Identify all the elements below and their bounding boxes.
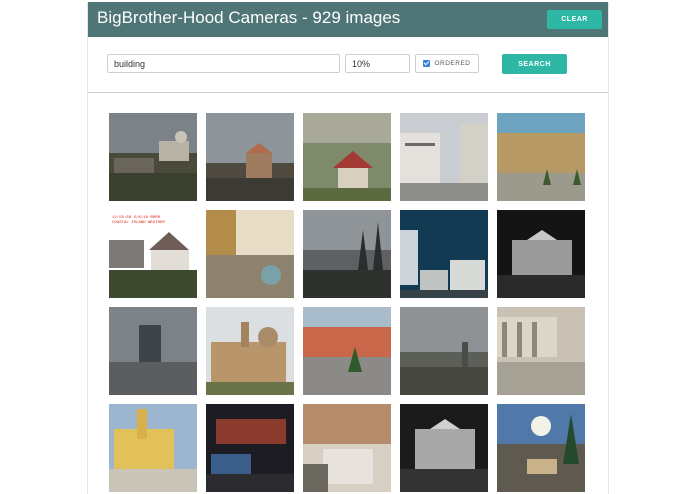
search-button[interactable]: SEARCH xyxy=(502,54,567,74)
image-thumbnail-4[interactable] xyxy=(400,113,488,201)
image-thumbnail-8[interactable] xyxy=(303,210,391,298)
image-thumbnail-12[interactable] xyxy=(206,307,294,395)
image-thumbnail-19[interactable] xyxy=(400,404,488,492)
ordered-toggle[interactable]: ORDERED xyxy=(415,54,479,73)
percent-input[interactable] xyxy=(345,54,410,73)
image-thumbnail-5[interactable] xyxy=(497,113,585,201)
image-thumbnail-14[interactable] xyxy=(400,307,488,395)
image-thumbnail-10[interactable] xyxy=(497,210,585,298)
image-thumbnail-9[interactable] xyxy=(400,210,488,298)
image-thumbnail-11[interactable] xyxy=(109,307,197,395)
page-title: BigBrother-Hood Cameras - 929 images xyxy=(97,8,401,27)
ordered-checkbox[interactable] xyxy=(423,60,431,67)
image-thumbnail-2[interactable] xyxy=(206,113,294,201)
image-thumbnail-7[interactable] xyxy=(206,210,294,298)
ordered-label: ORDERED xyxy=(434,60,471,67)
clear-button[interactable]: CLEAR xyxy=(547,10,602,29)
image-thumbnail-1[interactable] xyxy=(109,113,197,201)
image-thumbnail-6[interactable]: 12:55:56 2/8/19 BRRR COASTAL ISLAND WEATH… xyxy=(109,210,197,298)
header-bar: BigBrother-Hood Cameras - 929 images CLE… xyxy=(88,2,608,37)
image-grid: 12:55:56 2/8/19 BRRR COASTAL ISLAND WEATH… xyxy=(109,113,585,492)
image-thumbnail-17[interactable] xyxy=(206,404,294,492)
search-bar: ORDERED SEARCH xyxy=(88,37,608,93)
image-thumbnail-16[interactable] xyxy=(109,404,197,492)
image-thumbnail-20[interactable] xyxy=(497,404,585,492)
image-thumbnail-18[interactable] xyxy=(303,404,391,492)
camera-overlay-text: 12:55:56 2/8/19 BRRR COASTAL ISLAND WEATH… xyxy=(112,216,165,225)
image-thumbnail-13[interactable] xyxy=(303,307,391,395)
search-input[interactable] xyxy=(107,54,340,73)
image-thumbnail-15[interactable] xyxy=(497,307,585,395)
app-window: BigBrother-Hood Cameras - 929 images CLE… xyxy=(87,2,609,494)
image-thumbnail-3[interactable] xyxy=(303,113,391,201)
